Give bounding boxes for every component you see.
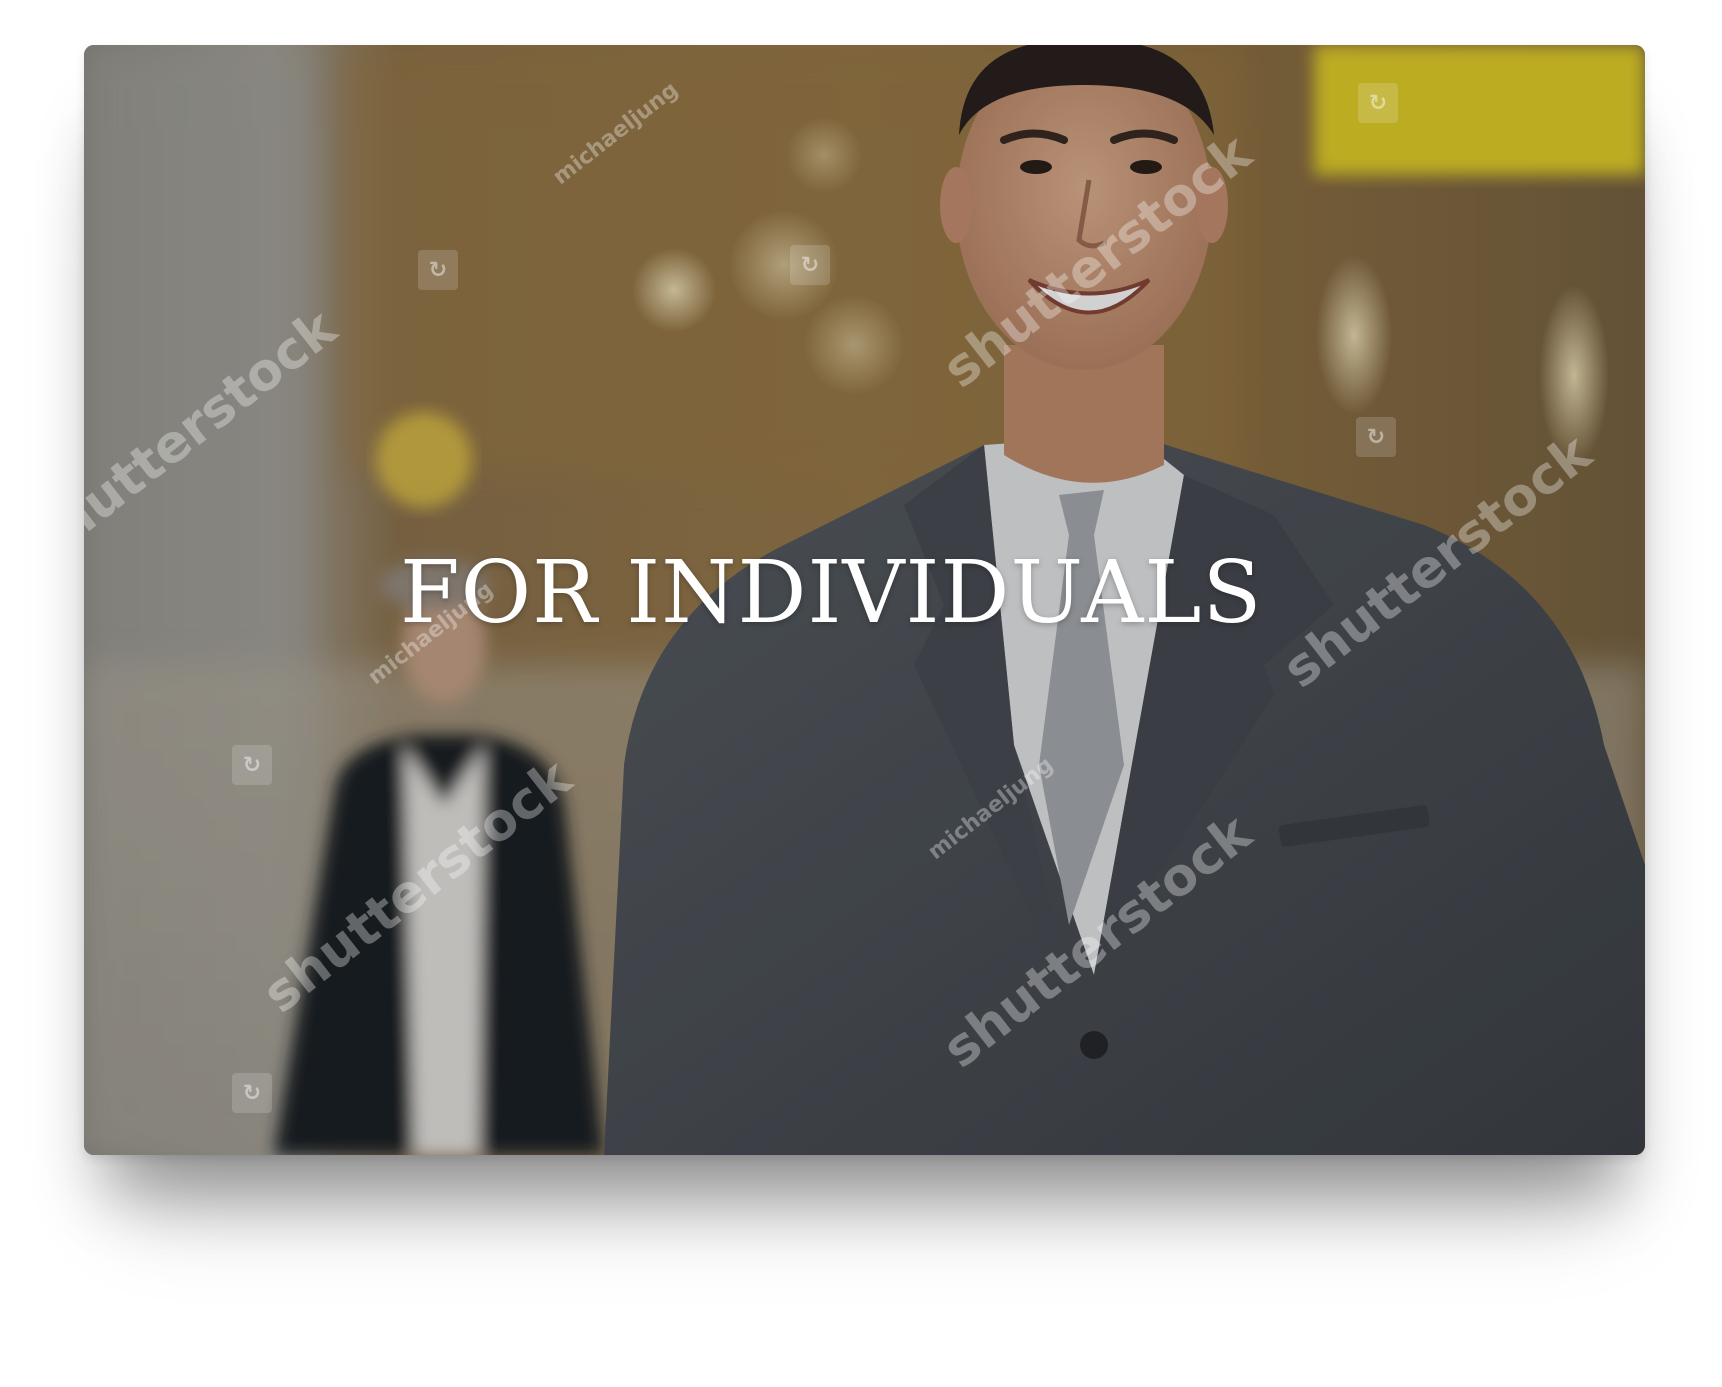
watermark-logo-icon: ↻	[232, 745, 272, 785]
watermark-logo-icon: ↻	[1356, 417, 1396, 457]
hero-card[interactable]: shutterstock shutterstock shutterstock s…	[84, 45, 1645, 1155]
watermark-logo-icon: ↻	[790, 245, 830, 285]
hero-title: FOR INDIVIDUALS	[400, 543, 1263, 643]
watermark-logo-icon: ↻	[232, 1073, 272, 1113]
page: shutterstock shutterstock shutterstock s…	[0, 0, 1722, 1387]
watermark-logo-icon: ↻	[418, 250, 458, 290]
watermark-logo-icon: ↻	[1358, 83, 1398, 123]
